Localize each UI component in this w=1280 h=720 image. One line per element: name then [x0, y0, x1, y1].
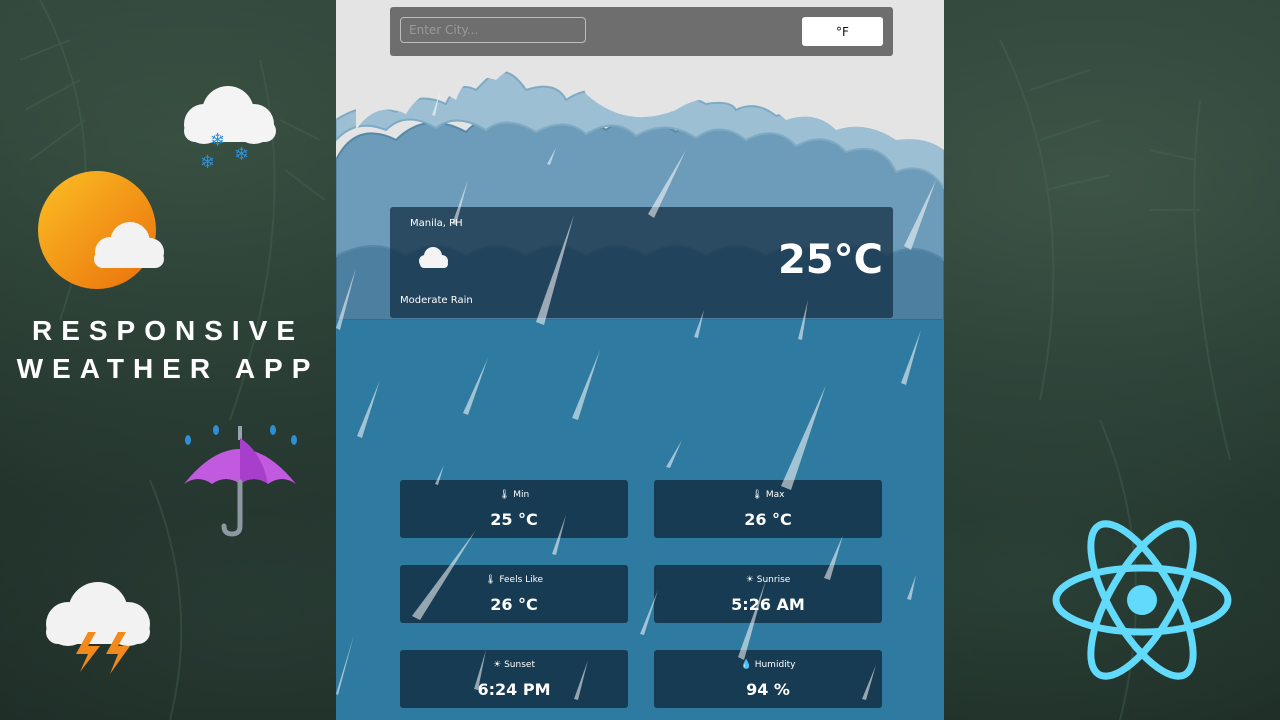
- weather-app-panel: °F Manila, PH Moderate Rain 25°C 🌡Min 25…: [336, 0, 944, 720]
- sun-cloud-icon: [38, 171, 164, 289]
- svg-text:❄: ❄: [200, 152, 215, 173]
- svg-text:❄: ❄: [234, 144, 249, 165]
- rain-overlay: [336, 92, 936, 700]
- svg-text:❄: ❄: [210, 130, 225, 151]
- promo-title-line2: WEATHER APP: [16, 353, 320, 384]
- promo-title-line1: RESPONSIVE: [31, 315, 305, 346]
- snow-cloud-icon: ❄❄ ❄: [184, 86, 276, 173]
- storm-cloud-icon: [46, 582, 150, 674]
- react-logo-icon: [1052, 520, 1232, 680]
- umbrella-icon: [184, 425, 297, 537]
